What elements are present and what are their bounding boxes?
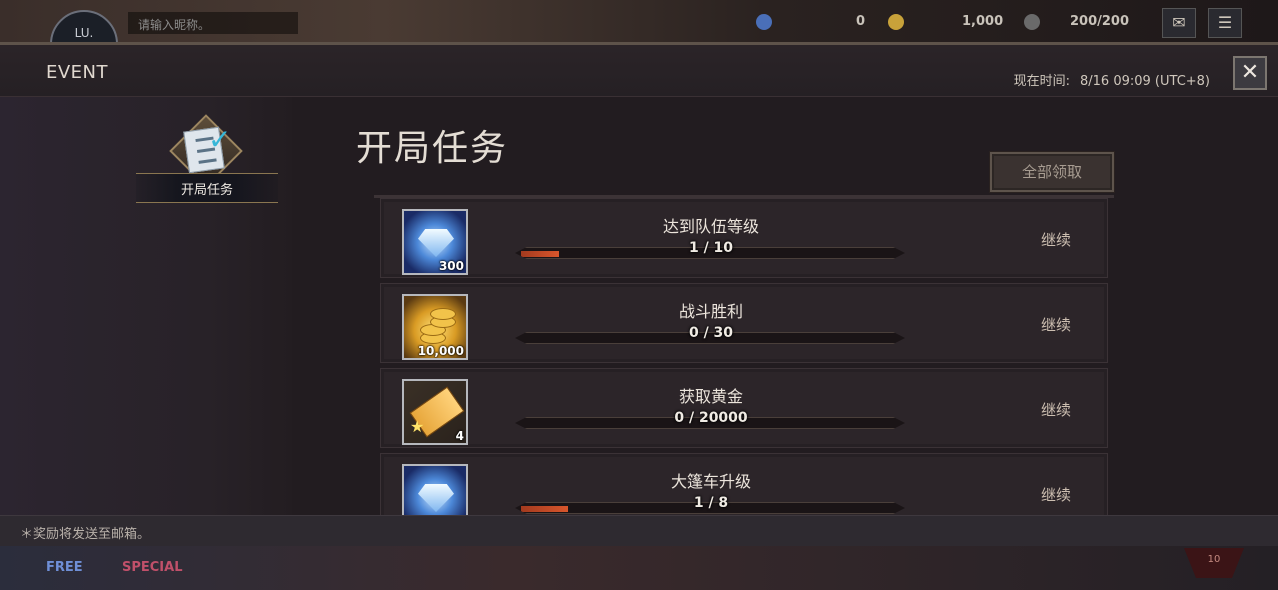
sidebar-item-starter-missions[interactable]: ✓ 开局任务 — [136, 114, 278, 209]
continue-button[interactable]: 继续 — [1021, 314, 1091, 335]
task-name: 达到队伍等级 — [662, 217, 759, 236]
mail-icon[interactable]: ✉ — [1162, 8, 1196, 38]
reward-quantity: 10,000 — [417, 344, 464, 358]
menu-icon[interactable]: ☰ — [1208, 8, 1242, 38]
task-row: 300 达到队伍等级 1 / 10 继续 — [380, 198, 1108, 278]
task-row: 10,000 战斗胜利 0 / 30 继续 — [380, 283, 1108, 363]
event-sidebar: ✓ 开局任务 — [0, 97, 292, 515]
game-hud-top: LU. 请输入昵称。 0 1,000 200/200 ✉ ☰ — [0, 0, 1278, 50]
close-icon: ✕ — [1240, 60, 1260, 85]
stamina-count: 200/200 — [1070, 14, 1130, 29]
reward-quantity: 4 — [455, 429, 464, 443]
sidebar-item-label: 开局任务 — [180, 183, 233, 198]
reward-quantity: 300 — [438, 259, 464, 273]
ticket-icon[interactable]: ★ 4 — [402, 379, 468, 445]
footer-bar: ＊奖励将发送至邮箱。 — [0, 515, 1278, 546]
continue-button[interactable]: 继续 — [1021, 229, 1091, 250]
event-content: 开局任务 全部领取 300 达到队伍等级 1 / 10 继续 10,000 战斗… — [292, 97, 1278, 515]
gold-coins-icon[interactable]: 10,000 — [402, 294, 468, 360]
server-time-value: 8/16 09:09 (UTC+8) — [1080, 74, 1210, 89]
gem-icon[interactable]: 300 — [402, 209, 468, 275]
progress-text: 1 / 10 — [688, 240, 734, 256]
task-row: 大篷车升级 1 / 8 继续 — [380, 453, 1108, 515]
continue-button[interactable]: 继续 — [1021, 399, 1091, 420]
special-tab[interactable]: SPECIAL — [122, 560, 183, 575]
close-button[interactable]: ✕ — [1233, 56, 1267, 90]
stamina-icon — [1024, 14, 1040, 30]
continue-button[interactable]: 继续 — [1021, 484, 1091, 505]
progress-text: 0 / 20000 — [674, 410, 748, 426]
task-name: 战斗胜利 — [678, 302, 743, 321]
task-row: ★ 4 获取黄金 0 / 20000 继续 — [380, 368, 1108, 448]
task-list[interactable]: 300 达到队伍等级 1 / 10 继续 10,000 战斗胜利 0 / 30 … — [374, 195, 1114, 515]
free-tab[interactable]: FREE — [46, 560, 83, 575]
gem-icon[interactable] — [402, 464, 468, 515]
claim-all-button[interactable]: 全部领取 — [989, 151, 1115, 193]
progress-text: 1 / 8 — [693, 495, 729, 511]
gem-count: 0 — [856, 14, 866, 29]
modal-header: EVENT 现在时间: 8/16 09:09 (UTC+8) ✕ — [0, 45, 1278, 97]
page-title: 开局任务 — [356, 128, 509, 169]
event-modal: EVENT 现在时间: 8/16 09:09 (UTC+8) ✕ ✓ 开局任务 开… — [0, 42, 1278, 546]
gold-icon — [888, 14, 904, 30]
reward-mail-note: ＊奖励将发送至邮箱。 — [20, 527, 151, 542]
nickname-input[interactable]: 请输入昵称。 — [128, 12, 298, 34]
modal-title: EVENT — [46, 62, 109, 83]
progress-text: 0 / 30 — [688, 325, 734, 341]
game-hud-bottom: FREE SPECIAL — [0, 546, 1278, 590]
server-time-label: 现在时间: — [1013, 74, 1070, 89]
task-name: 获取黄金 — [678, 387, 743, 406]
server-time: 现在时间: 8/16 09:09 (UTC+8) — [1004, 70, 1210, 89]
gem-icon — [756, 14, 772, 30]
task-name: 大篷车升级 — [670, 472, 751, 491]
claim-all-label: 全部领取 — [1021, 163, 1082, 181]
gold-count: 1,000 — [962, 14, 1004, 29]
